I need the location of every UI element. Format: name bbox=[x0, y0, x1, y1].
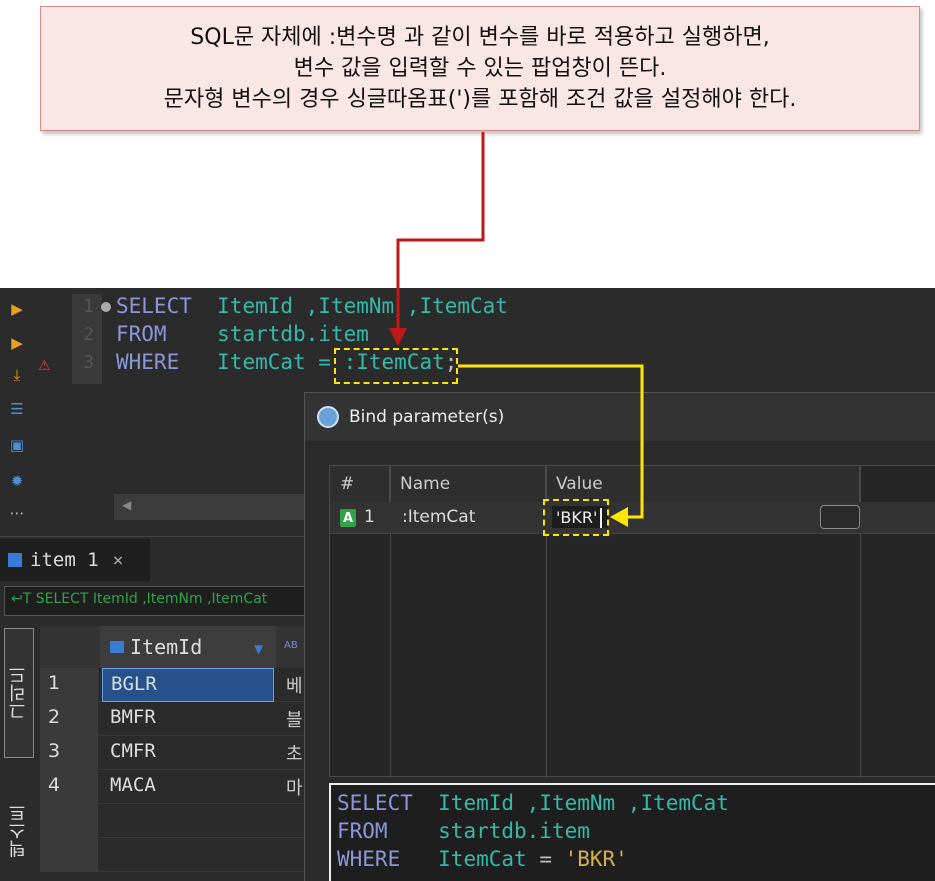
query-filter-input[interactable]: ↩T SELECT ItemId ,ItemNm ,ItemCat bbox=[4, 586, 306, 616]
tab-item-1[interactable]: item 1 × bbox=[0, 539, 150, 581]
grid-header: ItemId ▼ AB bbox=[40, 626, 306, 668]
sql-text: ItemCat bbox=[438, 847, 527, 871]
sql-keyword: SELECT bbox=[337, 791, 413, 815]
table-row[interactable]: 4 MACA 마 bbox=[40, 770, 306, 804]
execute-script-icon[interactable]: ⤓ bbox=[6, 364, 28, 386]
parameter-row[interactable]: A 1 :ItemCat 'BKR' bbox=[330, 502, 935, 534]
key-column-icon bbox=[110, 641, 124, 653]
column-header-number[interactable]: # bbox=[330, 466, 390, 502]
callout-line-3: 문자형 변수의 경우 싱글따옴표(')를 포함해 조건 값을 설정해야 한다. bbox=[163, 86, 797, 112]
parameter-type-icon: A bbox=[340, 509, 356, 527]
row-number bbox=[40, 804, 98, 838]
cell-itemid[interactable]: BGLR bbox=[102, 668, 274, 702]
parameter-name: :ItemCat bbox=[402, 507, 476, 527]
line-number: 2 bbox=[83, 324, 94, 345]
sql-keyword: SELECT bbox=[116, 294, 192, 318]
app-logo-icon bbox=[317, 406, 339, 428]
sql-keyword: FROM bbox=[116, 322, 167, 346]
execute-icon[interactable]: ▶ bbox=[6, 298, 28, 320]
dialog-title: Bind parameter(s) bbox=[349, 407, 505, 427]
annotation-callout: SQL문 자체에 :변수명 과 같이 변수를 바로 적용하고 실행하면, 변수 … bbox=[40, 6, 920, 131]
explain-plan-icon[interactable]: ☰ bbox=[6, 398, 28, 420]
parameter-index: 1 bbox=[364, 507, 375, 527]
sql-text: ItemId ,ItemNm ,ItemCat bbox=[438, 791, 729, 815]
sql-keyword: FROM bbox=[337, 819, 388, 843]
bind-value-highlight bbox=[543, 499, 609, 536]
row-number: 4 bbox=[40, 770, 98, 804]
bind-variable-highlight bbox=[334, 348, 458, 384]
tab-label: item 1 bbox=[30, 549, 99, 571]
row-number: 3 bbox=[40, 736, 98, 770]
column-header-name[interactable]: Name bbox=[390, 466, 546, 502]
line-number: 1 bbox=[83, 296, 94, 317]
sql-text: startdb.item bbox=[217, 322, 369, 346]
scroll-left-icon[interactable]: ◀ bbox=[122, 498, 131, 512]
line-number: 3 bbox=[83, 352, 94, 373]
sql-text: ItemCat = bbox=[217, 350, 344, 374]
table-row[interactable]: 3 CMFR 초 bbox=[40, 736, 306, 770]
column-header-value[interactable]: Value bbox=[546, 466, 860, 502]
cell-itemnm[interactable]: 베 bbox=[284, 668, 306, 702]
callout-line-2: 변수 값을 입력할 수 있는 팝업창이 뜬다. bbox=[293, 55, 667, 81]
fold-marker-icon[interactable] bbox=[101, 302, 111, 312]
horizontal-scrollbar[interactable]: ◀ bbox=[114, 494, 306, 520]
row-number bbox=[40, 838, 98, 872]
close-icon[interactable]: × bbox=[113, 550, 124, 571]
warning-icon: ⚠ bbox=[38, 358, 51, 374]
row-number: 2 bbox=[40, 702, 98, 736]
column-header-label: ItemId bbox=[130, 635, 203, 659]
column-type-icon: AB bbox=[284, 640, 298, 651]
table-grid-icon bbox=[8, 553, 22, 567]
sql-keyword: WHERE bbox=[116, 350, 180, 374]
callout-line-1: SQL문 자체에 :변수명 과 같이 변수를 바로 적용하고 실행하면, bbox=[190, 24, 770, 50]
sql-keyword: WHERE bbox=[337, 847, 401, 871]
screenshot-root: SQL문 자체에 :변수명 과 같이 변수를 바로 적용하고 실행하면, 변수 … bbox=[0, 0, 935, 881]
row-number: 1 bbox=[40, 668, 98, 702]
tab-text-view[interactable]: 텍스트 bbox=[4, 776, 34, 881]
line-number-gutter: 1 2 3 bbox=[72, 294, 102, 384]
settings-gear-icon[interactable]: ✹ bbox=[6, 470, 28, 492]
table-row[interactable]: 1 BGLR 베 bbox=[40, 668, 306, 702]
column-header-itemid[interactable]: ItemId bbox=[100, 626, 276, 668]
dialog-titlebar[interactable]: Bind parameter(s) bbox=[305, 393, 935, 441]
results-tab-bar: item 1 × bbox=[0, 536, 306, 581]
cell-itemid[interactable]: CMFR bbox=[102, 736, 274, 770]
more-icon[interactable]: ⋯ bbox=[6, 502, 28, 524]
editor-toolbar: ▶ ▶ ⤓ ☰ ▣ ✹ ⋯ bbox=[0, 288, 36, 528]
parameter-options-button[interactable] bbox=[820, 505, 860, 529]
cell-itemnm[interactable]: 초 bbox=[284, 736, 306, 770]
sql-text: startdb.item bbox=[438, 819, 590, 843]
execute-new-tab-icon[interactable]: ▶ bbox=[6, 332, 28, 354]
cell-itemnm[interactable]: 마 bbox=[284, 770, 306, 804]
terminal-icon[interactable]: ▣ bbox=[6, 434, 28, 456]
cell-itemid[interactable]: MACA bbox=[102, 770, 274, 804]
cell-itemid[interactable]: BMFR bbox=[102, 702, 274, 736]
sort-arrow-icon[interactable]: ▼ bbox=[254, 642, 263, 656]
sql-operator: = bbox=[526, 847, 565, 871]
bind-parameters-dialog: Bind parameter(s) # Name Value A 1 :Item… bbox=[304, 392, 935, 881]
parameters-table: # Name Value A 1 :ItemCat 'BKR' bbox=[329, 465, 935, 778]
tab-grid-view[interactable]: 그리드 bbox=[4, 628, 34, 758]
table-row-empty bbox=[40, 804, 306, 838]
sql-text: ItemId ,ItemNm ,ItemCat bbox=[217, 294, 508, 318]
result-view-tabs: 그리드 텍스트 bbox=[2, 626, 36, 881]
table-row-empty bbox=[40, 838, 306, 872]
sql-string: 'BKR' bbox=[564, 847, 628, 871]
sql-preview: SELECT ItemId ,ItemNm ,ItemCat FROM start… bbox=[329, 783, 935, 881]
cell-itemnm[interactable]: 블 bbox=[284, 702, 306, 736]
table-row[interactable]: 2 BMFR 블 bbox=[40, 702, 306, 736]
